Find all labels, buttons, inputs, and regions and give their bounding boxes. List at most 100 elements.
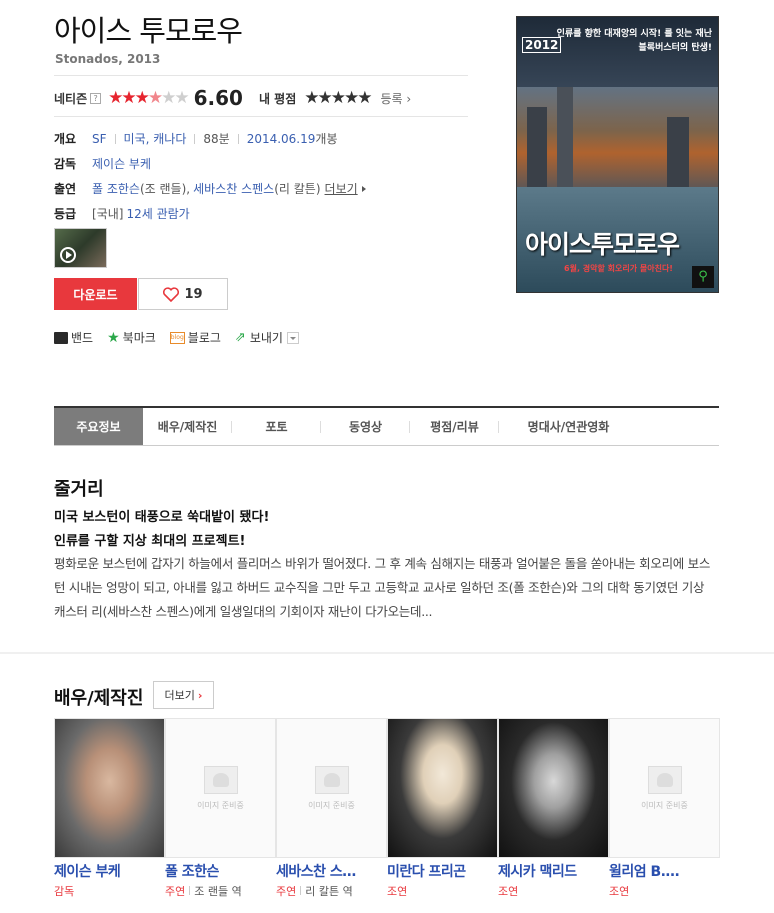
cast-photo-placeholder[interactable]: 이미지 준비중 bbox=[165, 718, 276, 858]
star-on-icon: ★★★ bbox=[108, 87, 150, 108]
grade-link[interactable]: 12세 관람가 bbox=[126, 205, 189, 222]
play-icon bbox=[60, 247, 76, 263]
bookmark-button[interactable]: ★ 북마크 bbox=[107, 329, 156, 346]
cast-name[interactable]: 폴 조한슨 bbox=[165, 861, 276, 881]
synopsis-heading: 줄거리 bbox=[54, 479, 104, 500]
help-icon[interactable]: ? bbox=[90, 92, 102, 104]
poster-title: 아이스투모로우 bbox=[525, 230, 680, 259]
cast-more-link[interactable]: 더보기 bbox=[325, 180, 358, 197]
tab-quotes-related[interactable]: 명대사/연관영화 bbox=[499, 408, 638, 445]
cast-label: 출연 bbox=[54, 182, 77, 196]
cast-card[interactable]: 제이슨 부케 감독 bbox=[54, 718, 165, 899]
image-placeholder-icon bbox=[203, 765, 238, 794]
cast-photo[interactable] bbox=[387, 718, 498, 858]
placeholder-text: 이미지 준비중 bbox=[308, 800, 355, 810]
role-label: 조연 bbox=[498, 885, 519, 898]
cast-photo-placeholder[interactable]: 이미지 준비중 bbox=[276, 718, 387, 858]
separator bbox=[300, 886, 302, 895]
image-placeholder-icon bbox=[647, 765, 682, 794]
country-link[interactable]: 미국, 캐나다 bbox=[124, 130, 187, 147]
info-row-director: 감독 제이슨 부케 bbox=[54, 151, 366, 176]
cast-name[interactable]: 윌리엄 B.… bbox=[609, 861, 720, 881]
tab-photo[interactable]: 포토 bbox=[232, 408, 321, 445]
share-band-button[interactable]: 밴드 bbox=[54, 329, 93, 346]
director-label: 감독 bbox=[54, 157, 77, 171]
movie-subtitle: Stonados, 2013 bbox=[55, 52, 161, 66]
separator bbox=[189, 886, 191, 895]
send-button[interactable]: ⇗ 보내기 bbox=[235, 329, 299, 346]
character-name: 조 랜들 역 bbox=[194, 885, 242, 898]
placeholder-text: 이미지 준비중 bbox=[197, 800, 244, 810]
tab-video[interactable]: 동영상 bbox=[321, 408, 410, 445]
synopsis-headline-1: 미국 보스턴이 태풍으로 쑥대밭이 됐다! bbox=[54, 510, 270, 525]
zoom-icon[interactable]: ⚲ bbox=[692, 266, 714, 288]
cast-card[interactable]: 미란다 프리곤 조연 bbox=[387, 718, 498, 899]
cast-more-button[interactable]: 더보기 › bbox=[153, 681, 214, 709]
share-blog-button[interactable]: blog 블로그 bbox=[169, 329, 221, 346]
info-row-summary: 개요 SF 미국, 캐나다 88분 2014.06.19 개봉 bbox=[54, 126, 366, 151]
divider bbox=[54, 75, 468, 76]
tab-reviews[interactable]: 평점/리뷰 bbox=[410, 408, 499, 445]
genre-link[interactable]: SF bbox=[92, 132, 107, 146]
director-link[interactable]: 제이슨 부케 bbox=[92, 155, 151, 172]
tab-main-info[interactable]: 주요정보 bbox=[54, 408, 143, 445]
cast-link-2[interactable]: 세바스찬 스펜스 bbox=[193, 180, 274, 197]
my-rating-stars[interactable]: ★★★★★ bbox=[304, 89, 372, 107]
cast-role: 주연 조 랜들 역 bbox=[165, 883, 276, 899]
cast-role-2: (리 칼튼) bbox=[274, 182, 321, 196]
cast-list: 제이슨 부케 감독 이미지 준비중 폴 조한슨 주연 조 랜들 역 이미지 준비중… bbox=[54, 718, 720, 899]
synopsis-body: 평화로운 보스턴에 갑자기 하늘에서 플리머스 바위가 떨어졌다. 그 후 계속… bbox=[54, 556, 711, 619]
like-button[interactable]: 19 bbox=[138, 278, 228, 310]
cast-role: 조연 bbox=[609, 883, 720, 899]
cast-card[interactable]: 이미지 준비중 윌리엄 B.… 조연 bbox=[609, 718, 720, 899]
cast-photo-placeholder[interactable]: 이미지 준비중 bbox=[609, 718, 720, 858]
cast-name[interactable]: 세바스찬 스… bbox=[276, 861, 387, 881]
cast-name[interactable]: 제이슨 부케 bbox=[54, 861, 165, 881]
image-placeholder-icon bbox=[314, 765, 349, 794]
cast-name[interactable]: 미란다 프리곤 bbox=[387, 861, 498, 881]
separator bbox=[237, 133, 239, 144]
cast-card[interactable]: 이미지 준비중 세바스찬 스… 주연 리 칼튼 역 bbox=[276, 718, 387, 899]
bookmark-label: 북마크 bbox=[122, 331, 156, 345]
download-button[interactable]: 다운로드 bbox=[54, 278, 137, 310]
band-icon bbox=[54, 331, 68, 344]
movie-title: 아이스 투모로우 bbox=[54, 14, 243, 48]
info-row-grade: 등급 [국내] 12세 관람가 bbox=[54, 201, 366, 226]
movie-info: 개요 SF 미국, 캐나다 88분 2014.06.19 개봉 감독 제이슨 부… bbox=[54, 126, 366, 226]
register-rating-link[interactable]: 등록 › bbox=[380, 90, 411, 107]
poster-tagline: 인류를 향한 대재앙의 시작! 를 잇는 재난 블록버스터의 탄생! bbox=[556, 29, 712, 53]
tab-label: 동영상 bbox=[348, 420, 383, 434]
role-label: 조연 bbox=[387, 885, 408, 898]
my-rating-label: 내 평점 bbox=[258, 91, 297, 106]
role-label: 주연 bbox=[276, 885, 297, 898]
share-arrow-icon: ⇗ bbox=[234, 330, 246, 345]
poster-art bbox=[557, 87, 573, 187]
video-thumbnail[interactable] bbox=[54, 228, 107, 268]
cast-card[interactable]: 제시카 맥리드 조연 bbox=[498, 718, 609, 899]
share-bar: 밴드 ★ 북마크 blog 블로그 ⇗ 보내기 bbox=[54, 329, 313, 346]
tab-label: 포토 bbox=[265, 420, 288, 434]
cast-card[interactable]: 이미지 준비중 폴 조한슨 주연 조 랜들 역 bbox=[165, 718, 276, 899]
cast-photo[interactable] bbox=[498, 718, 609, 858]
tab-bar: 주요정보 배우/제작진 포토 동영상 평점/리뷰 명대사/연관영화 bbox=[54, 406, 719, 446]
separator bbox=[194, 133, 196, 144]
role-label: 조연 bbox=[609, 885, 630, 898]
blog-label: 블로그 bbox=[187, 331, 221, 345]
role-label: 감독 bbox=[54, 885, 75, 898]
cast-role: 감독 bbox=[54, 883, 165, 899]
tab-label: 평점/리뷰 bbox=[430, 420, 479, 434]
cast-link-1[interactable]: 폴 조한슨 bbox=[92, 180, 140, 197]
poster-art bbox=[667, 117, 689, 187]
tab-cast-crew[interactable]: 배우/제작진 bbox=[143, 408, 232, 445]
heart-icon bbox=[163, 286, 180, 302]
netizen-stars: ★★★★★★ bbox=[108, 87, 190, 108]
cast-name[interactable]: 제시카 맥리드 bbox=[498, 861, 609, 881]
movie-poster[interactable]: 2012 인류를 향한 대재앙의 시작! 를 잇는 재난 블록버스터의 탄생! … bbox=[516, 16, 719, 293]
release-date-link[interactable]: 2014.06.19 bbox=[247, 132, 316, 146]
cast-section-heading: 배우/제작진 bbox=[54, 688, 144, 709]
netizen-score: 6.60 bbox=[193, 86, 243, 110]
cast-photo[interactable] bbox=[54, 718, 165, 858]
rating-row: 네티즌 ? ★★★★★★ 6.60 내 평점 ★★★★★ 등록 › bbox=[54, 86, 411, 110]
chevron-down-icon[interactable] bbox=[286, 331, 299, 344]
section-divider bbox=[0, 652, 774, 654]
